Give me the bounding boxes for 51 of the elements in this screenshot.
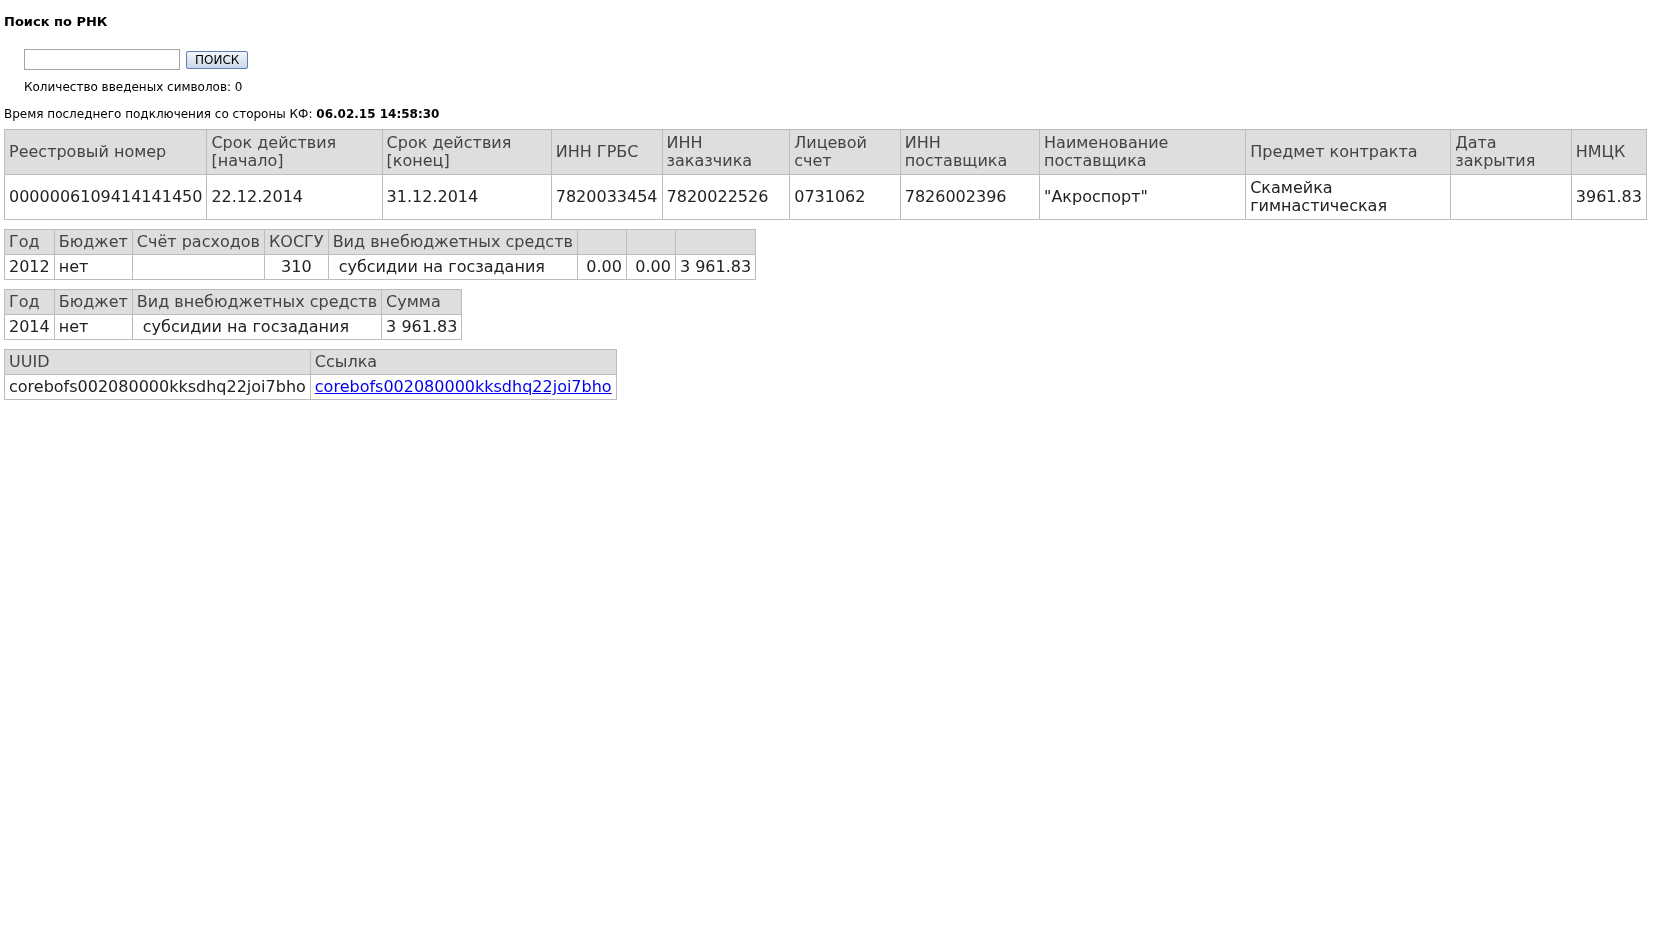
table-cell: 7820033454 <box>551 174 663 220</box>
column-header: ИНН поставщика <box>900 129 1040 175</box>
table-cell: нет <box>54 254 133 280</box>
search-button[interactable]: ПОИСК <box>186 50 249 69</box>
column-header: Год <box>4 229 55 255</box>
column-header: Год <box>4 289 55 315</box>
table-cell: субсидии на госзадания <box>132 314 382 340</box>
column-header: Ссылка <box>310 349 617 375</box>
table-cell: 3 961.83 <box>675 254 756 280</box>
table-cell: 3961.83 <box>1571 174 1647 220</box>
table-cell: 7820022526 <box>662 174 790 220</box>
last-connection-time: 06.02.15 14:58:30 <box>316 107 440 121</box>
column-header: Вид внебюджетных средств <box>328 229 578 255</box>
last-connection-label: Время последнего подключения со стороны КФ: <box>4 107 313 121</box>
column-header: Реестровый номер <box>4 129 207 175</box>
table-cell: 7826002396 <box>900 174 1040 220</box>
column-header: Вид внебюджетных средств <box>132 289 382 315</box>
column-header: ИНН ГРБС <box>551 129 663 175</box>
column-header: ИНН заказчика <box>662 129 790 175</box>
column-header: Срок действия [конец] <box>382 129 552 175</box>
table-cell: 31.12.2014 <box>382 174 552 220</box>
column-header: Сумма <box>381 289 462 315</box>
table-cell: 0.00 <box>577 254 627 280</box>
search-field[interactable] <box>24 49 180 70</box>
table-cell: Скамейка гимнастическая <box>1245 174 1451 220</box>
column-header: Предмет контракта <box>1245 129 1451 175</box>
table-cell: 3 961.83 <box>381 314 462 340</box>
column-header: Срок действия [начало] <box>206 129 383 175</box>
column-header: Счёт расходов <box>132 229 265 255</box>
table-cell: 22.12.2014 <box>206 174 383 220</box>
table-cell: "Акроспорт" <box>1039 174 1246 220</box>
table-cell: 310 <box>264 254 329 280</box>
column-header: Наименование поставщика <box>1039 129 1246 175</box>
column-header: НМЦК <box>1571 129 1647 175</box>
column-header: Бюджет <box>54 289 133 315</box>
table-cell: corebofs002080000kksdhq22joi7bho <box>4 374 311 400</box>
table-cell: 0000006109414141450 <box>4 174 207 220</box>
column-header: UUID <box>4 349 311 375</box>
column-header: Лицевой счет <box>789 129 901 175</box>
column-header: Дата закрытия <box>1450 129 1572 175</box>
table-cell: 2014 <box>4 314 55 340</box>
table-cell: нет <box>54 314 133 340</box>
table-cell: 0731062 <box>789 174 901 220</box>
table-cell: субсидии на госзадания <box>328 254 578 280</box>
character-counter: Количество введеных символов: 0 <box>24 80 244 94</box>
table-cell: 2012 <box>4 254 55 280</box>
column-header <box>577 229 627 255</box>
column-header: КОСГУ <box>264 229 329 255</box>
column-header: Бюджет <box>54 229 133 255</box>
table-cell: 0.00 <box>626 254 676 280</box>
page-title: Поиск по РНК <box>4 14 109 29</box>
